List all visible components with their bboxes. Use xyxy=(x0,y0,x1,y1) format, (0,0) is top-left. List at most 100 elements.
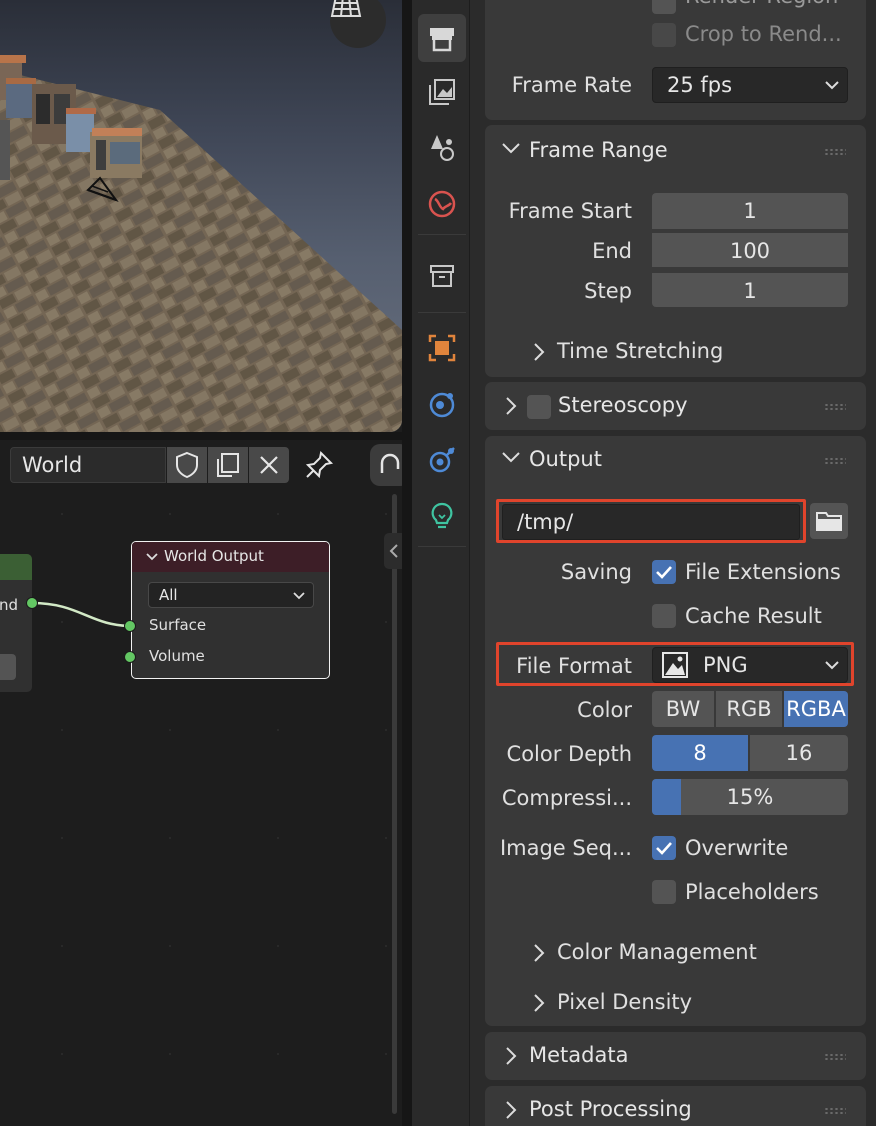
chevron-right-icon xyxy=(506,1047,517,1065)
tab-divider xyxy=(418,546,466,547)
drag-handle-icon[interactable] xyxy=(824,148,846,156)
compression-slider[interactable]: 15% xyxy=(652,779,848,815)
cache-result-checkbox[interactable] xyxy=(652,604,676,628)
post-processing-panel: Post Processing xyxy=(485,1086,866,1126)
color-label: Color xyxy=(577,698,632,722)
world-name-field[interactable]: World xyxy=(10,447,166,483)
chevron-right-icon xyxy=(534,944,545,962)
frame-end-field[interactable]: 100 xyxy=(652,231,848,267)
drag-handle-icon[interactable] xyxy=(824,1107,846,1115)
overwrite-checkbox[interactable] xyxy=(652,836,676,860)
frame-step-label: Step xyxy=(584,279,632,303)
file-format-dropdown[interactable]: PNG xyxy=(652,647,848,683)
tab-physics[interactable] xyxy=(418,380,466,428)
stereoscopy-panel: Stereoscopy xyxy=(485,382,866,430)
color-management-subpanel[interactable]: Color Management xyxy=(529,940,829,970)
tab-data[interactable] xyxy=(418,492,466,540)
pixel-density-subpanel[interactable]: Pixel Density xyxy=(529,990,829,1020)
stereoscopy-checkbox[interactable] xyxy=(527,395,551,419)
target-select[interactable]: All xyxy=(148,582,314,608)
light-bulb-icon xyxy=(431,502,453,529)
frame-start-field[interactable]: 1 xyxy=(652,193,848,229)
chevron-right-icon xyxy=(534,343,545,361)
scene-icon xyxy=(428,190,456,218)
tab-render[interactable] xyxy=(418,14,466,62)
chevron-down-icon xyxy=(502,143,520,154)
stereoscopy-header[interactable]: Stereoscopy xyxy=(485,384,866,428)
drag-handle-icon[interactable] xyxy=(824,403,846,411)
output-header[interactable]: Output xyxy=(485,438,866,482)
file-format-label: File Format xyxy=(516,654,632,678)
output-panel: Output /tmp/ Saving File Extensions Cach… xyxy=(485,436,866,1026)
object-square-icon xyxy=(428,334,456,362)
image-icon xyxy=(429,79,455,105)
pixel-density-label: Pixel Density xyxy=(557,990,693,1014)
color-management-label: Color Management xyxy=(557,940,757,964)
sidebar-toggle[interactable] xyxy=(384,533,404,569)
file-extensions-checkbox[interactable] xyxy=(652,560,676,584)
background-output-socket[interactable] xyxy=(26,597,38,609)
stereoscopy-title: Stereoscopy xyxy=(558,393,688,417)
image-sequence-label: Image Seq... xyxy=(499,836,632,860)
close-icon xyxy=(260,456,278,474)
tab-object[interactable] xyxy=(418,324,466,372)
frame-end-label: End xyxy=(592,239,632,263)
world-output-node[interactable]: World Output All Surface Volume xyxy=(124,541,330,679)
time-stretching-subpanel[interactable]: Time Stretching xyxy=(529,339,829,369)
chevron-right-icon xyxy=(506,397,517,415)
surface-socket[interactable] xyxy=(124,620,136,632)
background-node[interactable]: nd xyxy=(0,554,32,692)
volume-socket[interactable] xyxy=(124,651,136,663)
frame-rate-label: Frame Rate xyxy=(511,73,632,97)
strength-field[interactable] xyxy=(0,654,16,680)
tab-collection[interactable] xyxy=(418,252,466,300)
chevron-right-icon xyxy=(506,1101,517,1119)
crop-checkbox[interactable] xyxy=(652,23,676,47)
color-bw-button[interactable]: BW xyxy=(652,691,714,727)
color-rgb-button[interactable]: RGB xyxy=(716,691,782,727)
metadata-header[interactable]: Metadata xyxy=(485,1034,866,1078)
tab-view-layer[interactable] xyxy=(418,124,466,172)
grid-icon xyxy=(330,0,362,17)
post-processing-title: Post Processing xyxy=(529,1097,692,1121)
metadata-panel: Metadata xyxy=(485,1032,866,1080)
depth-8-button[interactable]: 8 xyxy=(652,735,748,771)
output-path-field[interactable]: /tmp/ xyxy=(502,504,800,540)
unlink-button[interactable] xyxy=(249,447,289,483)
chevron-right-icon xyxy=(534,994,545,1012)
frame-range-header[interactable]: Frame Range xyxy=(485,129,866,173)
frame-step-field[interactable]: 1 xyxy=(652,271,848,307)
node-editor-scrollbar[interactable] xyxy=(392,494,397,1114)
volume-label: Volume xyxy=(149,647,205,665)
tab-constraints[interactable] xyxy=(418,436,466,484)
drag-handle-icon[interactable] xyxy=(824,1053,846,1061)
depth-16-button[interactable]: 16 xyxy=(750,735,848,771)
browse-folder-button[interactable] xyxy=(810,503,848,539)
pin-button[interactable] xyxy=(300,447,338,483)
drag-handle-icon[interactable] xyxy=(824,457,846,465)
3d-viewport[interactable] xyxy=(0,0,402,432)
world-output-header[interactable]: World Output xyxy=(132,542,329,572)
tab-output[interactable] xyxy=(418,68,466,116)
frame-start-label: Frame Start xyxy=(508,199,632,223)
chevron-left-icon xyxy=(389,544,398,558)
area-separator[interactable] xyxy=(402,0,412,1126)
file-extensions-label: File Extensions xyxy=(685,560,841,584)
tab-scene[interactable] xyxy=(418,180,466,228)
saving-label: Saving xyxy=(560,560,632,584)
color-rgba-button[interactable]: RGBA xyxy=(784,691,848,727)
checkmark-icon xyxy=(656,566,672,579)
area-separator-horizontal[interactable] xyxy=(0,432,402,440)
render-region-checkbox[interactable] xyxy=(652,0,676,14)
printer-icon xyxy=(430,28,454,52)
placeholders-checkbox[interactable] xyxy=(652,880,676,904)
duplicate-button[interactable] xyxy=(208,447,248,483)
chevron-down-icon xyxy=(825,81,839,90)
chevron-down-icon xyxy=(146,553,158,561)
surface-label: Surface xyxy=(149,616,207,634)
fake-user-button[interactable] xyxy=(167,447,207,483)
world-output-title: World Output xyxy=(164,547,264,565)
frame-rate-dropdown[interactable]: 25 fps xyxy=(652,67,848,103)
frame-range-panel: Frame Range Frame Start 1 End 100 Step 1… xyxy=(485,125,866,377)
post-processing-header[interactable]: Post Processing xyxy=(485,1088,866,1126)
